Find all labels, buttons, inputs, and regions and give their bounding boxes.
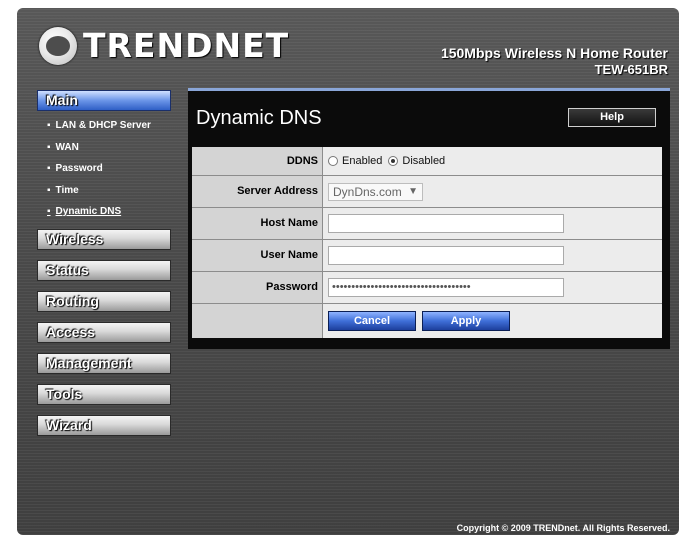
server-address-field: DynDns.com ▼	[323, 176, 662, 207]
host-name-field	[323, 208, 662, 239]
trendnet-logo-icon	[39, 26, 77, 65]
page-title: Dynamic DNS	[196, 107, 322, 129]
bullet-icon: ▪	[47, 206, 51, 217]
ddns-disabled-radio[interactable]	[388, 156, 399, 166]
bullet-icon: ▪	[47, 120, 51, 131]
brand-name: TRENDNET	[83, 26, 290, 65]
password-field: ••••••••••••••••••••••••••••••••••••	[323, 272, 662, 303]
submenu-wan[interactable]: ▪ WAN	[37, 137, 173, 159]
ddns-disabled-label: Disabled	[402, 155, 446, 167]
submenu-lan-dhcp[interactable]: ▪ LAN & DHCP Server	[37, 115, 173, 137]
user-name-label: User Name	[192, 240, 323, 271]
main-submenu: ▪ LAN & DHCP Server ▪ WAN ▪ Password ▪ Time …	[37, 115, 173, 223]
form-row-ddns: DDNS Enabled Disabled	[192, 147, 662, 176]
menu-wizard[interactable]: Wizard	[37, 414, 171, 436]
form-row-password: Password •••••••••••••••••••••••••••••••…	[192, 272, 662, 304]
product-line: 150Mbps Wireless N Home Router	[440, 45, 668, 61]
user-name-field	[323, 240, 662, 271]
ddns-field: Enabled Disabled	[323, 147, 662, 175]
menu-status[interactable]: Status	[37, 259, 171, 281]
password-label: Password	[192, 272, 323, 303]
bullet-icon: ▪	[47, 141, 51, 153]
chevron-down-icon: ▼	[408, 185, 418, 197]
product-info: 150Mbps Wireless N Home Router TEW-651BR	[441, 45, 668, 77]
menu-access[interactable]: Access	[37, 321, 171, 343]
user-name-input[interactable]	[328, 246, 564, 265]
submenu-label: Time	[55, 184, 79, 196]
ddns-label: DDNS	[192, 147, 323, 175]
menu-main[interactable]: Main	[37, 90, 171, 111]
form-row-user-name: User Name	[192, 240, 662, 272]
server-address-label: Server Address	[192, 176, 323, 207]
apply-button[interactable]: Apply	[422, 311, 510, 331]
router-page: TRENDNET 150Mbps Wireless N Home Router …	[17, 8, 679, 535]
ddns-enabled-label: Enabled	[342, 155, 383, 167]
menu-management[interactable]: Management	[37, 352, 171, 374]
host-name-label: Host Name	[192, 208, 323, 239]
bullet-icon: ▪	[47, 163, 51, 174]
host-name-input[interactable]	[328, 214, 564, 233]
submenu-time[interactable]: ▪ Time	[37, 180, 173, 202]
menu-tools[interactable]: Tools	[37, 383, 171, 405]
form-row-server-address: Server Address DynDns.com ▼	[192, 176, 662, 208]
form-row-actions: Cancel Apply	[192, 304, 662, 338]
server-address-value: DynDns.com	[333, 184, 402, 199]
help-button[interactable]: Help	[568, 108, 656, 127]
ddns-enabled-radio[interactable]	[328, 156, 338, 166]
password-input[interactable]: ••••••••••••••••••••••••••••••••••••	[328, 278, 564, 297]
actions-label-cell	[192, 304, 323, 338]
submenu-label: Dynamic DNS	[55, 206, 122, 217]
trendnet-logo: TRENDNET	[39, 26, 289, 65]
submenu-label: LAN & DHCP Server	[55, 120, 151, 131]
cancel-button[interactable]: Cancel	[328, 311, 416, 331]
submenu-dynamic-dns[interactable]: ▪ Dynamic DNS	[37, 201, 173, 223]
menu-routing[interactable]: Routing	[37, 290, 171, 312]
server-address-select[interactable]: DynDns.com ▼	[328, 182, 423, 201]
model-number: TEW-651BR	[594, 62, 668, 77]
menu-wireless[interactable]: Wireless	[37, 228, 171, 250]
copyright-notice: Copyright © 2009 TRENDnet. All Rights Re…	[456, 523, 670, 533]
form-row-host-name: Host Name	[192, 208, 662, 240]
ddns-form: DDNS Enabled Disabled Server Address Dyn…	[192, 147, 662, 338]
submenu-password[interactable]: ▪ Password	[37, 158, 173, 180]
sidebar: Main ▪ LAN & DHCP Server ▪ WAN ▪ Password ▪…	[37, 90, 173, 446]
actions-field: Cancel Apply	[323, 304, 662, 338]
submenu-label: Password	[55, 163, 103, 174]
content-panel: Dynamic DNS Help DDNS Enabled Disabled S…	[188, 88, 670, 349]
bullet-icon: ▪	[47, 184, 51, 196]
submenu-label: WAN	[55, 141, 79, 153]
